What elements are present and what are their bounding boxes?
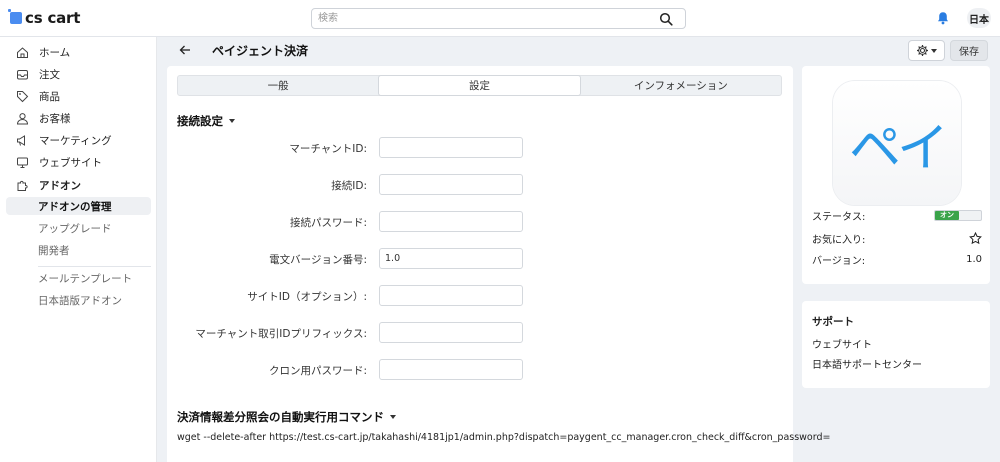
- sidebar-sub-japanese-addons[interactable]: 日本語版アドオン: [38, 291, 122, 309]
- section-title: 接続設定: [177, 114, 223, 128]
- support-card: サポート ウェブサイト 日本語サポートセンター: [802, 301, 990, 388]
- cron-command-text: wget --delete-after https://test.cs-cart…: [177, 432, 831, 443]
- favorite-label: お気に入り:: [812, 234, 866, 246]
- monitor-icon: [17, 157, 28, 168]
- support-link-japanese-center[interactable]: 日本語サポートセンター: [812, 356, 922, 371]
- sidebar-item-website[interactable]: ウェブサイト: [16, 153, 151, 171]
- status-label: ステータス:: [812, 211, 866, 223]
- field-label: 電文バージョン番号:: [269, 254, 367, 266]
- logo[interactable]: cs cart: [8, 9, 81, 27]
- chevron-down-icon: [931, 48, 937, 53]
- tab-bar: 一般 設定 インフォメーション: [177, 75, 782, 96]
- main-panel: 一般 設定 インフォメーション 接続設定 マーチャントID: 接続ID: 接続パ…: [167, 66, 830, 462]
- top-bar: cs cart 日本: [0, 0, 1000, 37]
- cron-password-input[interactable]: [379, 359, 523, 380]
- section-title: 決済情報差分照会の自動実行用コマンド: [177, 410, 384, 424]
- addon-info-card: ペイ ステータス: オン お気に入り: バージョン: 1.0: [802, 66, 990, 284]
- home-icon: [17, 46, 28, 58]
- addon-logo: ペイ: [833, 81, 961, 205]
- puzzle-icon: [17, 180, 28, 191]
- settings-dropdown-button[interactable]: [908, 40, 945, 61]
- logo-icon: [8, 9, 22, 24]
- sidebar-sub-developer[interactable]: 開発者: [38, 241, 70, 259]
- sidebar-sub-addon-manage[interactable]: アドオンの管理: [6, 197, 151, 215]
- field-label: 接続ID:: [331, 180, 367, 192]
- field-connection-password: 接続パスワード:: [167, 211, 793, 232]
- back-arrow-icon[interactable]: [178, 43, 192, 57]
- search-box: [311, 8, 686, 29]
- support-title: サポート: [812, 316, 854, 328]
- sidebar-item-label: ウェブサイト: [39, 156, 102, 169]
- merchant-id-input[interactable]: [379, 137, 523, 158]
- field-label: マーチャント取引IDプリフィックス:: [195, 328, 367, 340]
- favorite-row: お気に入り:: [812, 230, 982, 246]
- page-title: ペイジェント決済: [212, 44, 309, 58]
- sidebar: ホーム 注文 商品 お客様 マーケティング ウェブサイト アドオン アドオンの管…: [0, 37, 157, 462]
- gear-icon: [917, 45, 928, 56]
- sidebar-item-home[interactable]: ホーム: [16, 43, 151, 61]
- connection-id-input[interactable]: [379, 174, 523, 195]
- sidebar-item-label: ホーム: [39, 46, 71, 59]
- sidebar-item-label: 商品: [39, 90, 60, 103]
- status-row: ステータス: オン: [812, 207, 982, 223]
- user-icon: [16, 112, 29, 124]
- save-button[interactable]: 保存: [950, 40, 988, 61]
- field-merchant-id: マーチャントID:: [167, 137, 793, 158]
- field-message-version: 電文バージョン番号:: [167, 248, 793, 269]
- search-input[interactable]: [312, 9, 642, 28]
- star-icon[interactable]: [969, 231, 982, 245]
- field-label: サイトID（オプション）:: [247, 291, 367, 303]
- field-connection-id: 接続ID:: [167, 174, 793, 195]
- field-cron-password: クロン用パスワード:: [167, 359, 793, 380]
- site-id-input[interactable]: [379, 285, 523, 306]
- megaphone-icon: [17, 134, 25, 146]
- sidebar-item-customers[interactable]: お客様: [16, 109, 151, 127]
- sidebar-item-products[interactable]: 商品: [16, 87, 151, 105]
- field-label: マーチャントID:: [289, 143, 367, 155]
- status-on-label: オン: [935, 210, 959, 220]
- tab-general[interactable]: 一般: [178, 76, 378, 95]
- connection-password-input[interactable]: [379, 211, 523, 232]
- field-site-id: サイトID（オプション）:: [167, 285, 793, 306]
- sidebar-item-orders[interactable]: 注文: [16, 65, 151, 83]
- inbox-icon: [17, 69, 28, 79]
- sidebar-item-label: 注文: [39, 68, 60, 81]
- sidebar-item-label: お客様: [39, 112, 71, 125]
- sidebar-sub-upgrade[interactable]: アップグレード: [38, 219, 112, 237]
- field-label: クロン用パスワード:: [268, 365, 367, 377]
- field-transaction-prefix: マーチャント取引IDプリフィックス:: [167, 322, 793, 343]
- tab-information[interactable]: インフォメーション: [581, 76, 781, 95]
- sidebar-divider: [38, 266, 151, 267]
- section-connection-settings[interactable]: 接続設定: [177, 113, 235, 129]
- field-label: 接続パスワード:: [289, 217, 367, 229]
- sidebar-item-marketing[interactable]: マーケティング: [16, 131, 151, 149]
- tab-settings[interactable]: 設定: [378, 75, 581, 96]
- sidebar-item-label: マーケティング: [39, 134, 112, 147]
- sidebar-item-addons[interactable]: アドオン: [16, 176, 151, 194]
- sidebar-item-label: アドオン: [39, 179, 81, 192]
- tag-icon: [17, 90, 29, 102]
- logo-text: cs cart: [25, 9, 81, 27]
- version-value: 1.0: [966, 253, 982, 265]
- message-version-input[interactable]: [379, 248, 523, 269]
- status-toggle[interactable]: オン: [934, 209, 982, 221]
- sidebar-sub-mail-templates[interactable]: メールテンプレート: [38, 269, 132, 287]
- version-label: バージョン:: [812, 255, 866, 267]
- section-cron-command[interactable]: 決済情報差分照会の自動実行用コマンド: [177, 409, 396, 425]
- addon-logo-text: ペイ: [848, 118, 949, 179]
- language-badge[interactable]: 日本: [967, 8, 991, 28]
- search-icon[interactable]: [659, 12, 673, 26]
- chevron-down-icon: [390, 415, 396, 419]
- bell-icon[interactable]: [936, 11, 950, 25]
- transaction-prefix-input[interactable]: [379, 322, 523, 343]
- chevron-down-icon: [229, 119, 235, 123]
- support-link-website[interactable]: ウェブサイト: [812, 336, 872, 351]
- version-row: バージョン: 1.0: [812, 251, 982, 267]
